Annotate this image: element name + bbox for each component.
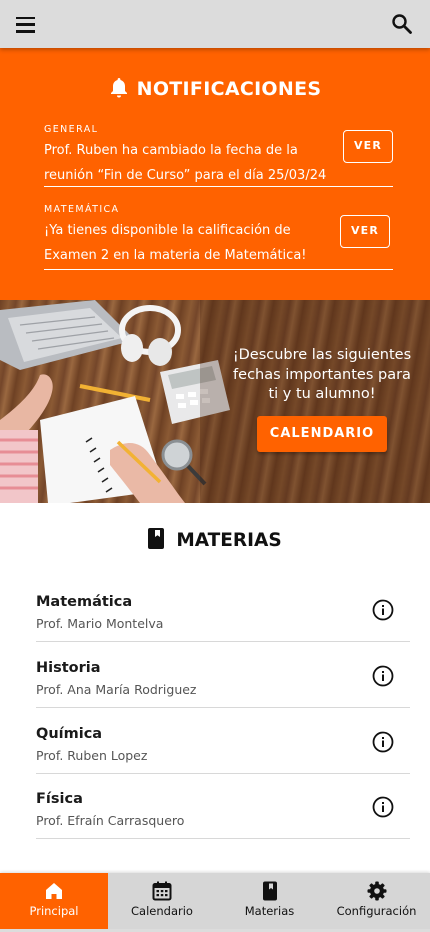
info-icon[interactable]: [372, 731, 394, 753]
home-icon: [46, 883, 62, 899]
subject-name: Química: [36, 726, 103, 742]
info-icon[interactable]: [372, 599, 394, 621]
info-icon[interactable]: [372, 665, 394, 687]
book-icon: [262, 881, 277, 901]
calendar-banner: ¡Descubre las siguientes fechas importan…: [0, 300, 430, 503]
bell-icon: [109, 76, 129, 103]
nav-item-configuracion[interactable]: Configuración: [323, 873, 430, 929]
subject-row-matematica[interactable]: Matemática Prof. Mario Montelva: [36, 576, 410, 642]
subject-teacher: Prof. Ruben Lopez: [36, 748, 148, 763]
info-icon[interactable]: [372, 796, 394, 818]
nav-item-materias[interactable]: Materias: [216, 873, 323, 929]
ver-button[interactable]: VER: [340, 215, 390, 248]
book-icon: [148, 528, 165, 554]
search-icon[interactable]: [390, 12, 414, 36]
materias-title-text: MATERIAS: [176, 530, 282, 551]
notification-category: GENERAL: [44, 124, 99, 135]
subject-teacher: Prof. Mario Montelva: [36, 616, 164, 631]
notification-message: Prof. Ruben ha cambiado la fecha de la r…: [44, 143, 327, 183]
materias-title: MATERIAS: [0, 528, 430, 554]
notification-category: MATEMÁTICA: [44, 204, 120, 215]
subject-name: Historia: [36, 660, 101, 676]
nav-item-principal[interactable]: Principal: [0, 873, 108, 929]
subject-name: Matemática: [36, 594, 133, 610]
notifications-title-text: NOTIFICACIONES: [136, 78, 322, 100]
notification-item: GENERAL Prof. Ruben ha cambiado la fecha…: [44, 124, 393, 187]
subject-row-quimica[interactable]: Química Prof. Ruben Lopez: [36, 708, 410, 774]
nav-label: Configuración: [336, 904, 417, 918]
calendar-button[interactable]: CALENDARIO: [257, 416, 387, 452]
banner-message: ¡Descubre las siguientes fechas importan…: [232, 347, 412, 402]
subject-teacher: Prof. Efraín Carrasquero: [36, 813, 185, 828]
subject-teacher: Prof. Ana María Rodriguez: [36, 682, 197, 697]
notification-message: ¡Ya tienes disponible la calificación de…: [44, 223, 307, 263]
nav-item-calendario[interactable]: Calendario: [108, 873, 216, 929]
calendar-icon: [152, 881, 172, 901]
notification-item: MATEMÁTICA ¡Ya tienes disponible la cali…: [44, 204, 393, 270]
bottom-navigation: Principal Calendario Materias Configurac…: [0, 873, 430, 929]
subject-name: Física: [36, 791, 83, 807]
app-bar: [0, 0, 430, 48]
subject-row-fisica[interactable]: Física Prof. Efraín Carrasquero: [36, 773, 410, 839]
nav-label: Calendario: [131, 904, 193, 918]
gear-icon: [367, 881, 386, 901]
ver-button[interactable]: VER: [343, 130, 393, 163]
notifications-title: NOTIFICACIONES: [0, 76, 430, 103]
notifications-panel: NOTIFICACIONES GENERAL Prof. Ruben ha ca…: [0, 48, 430, 300]
hamburger-menu-icon[interactable]: [16, 14, 40, 34]
nav-label: Materias: [244, 904, 295, 918]
subject-row-historia[interactable]: Historia Prof. Ana María Rodriguez: [36, 642, 410, 708]
nav-label: Principal: [29, 904, 79, 918]
